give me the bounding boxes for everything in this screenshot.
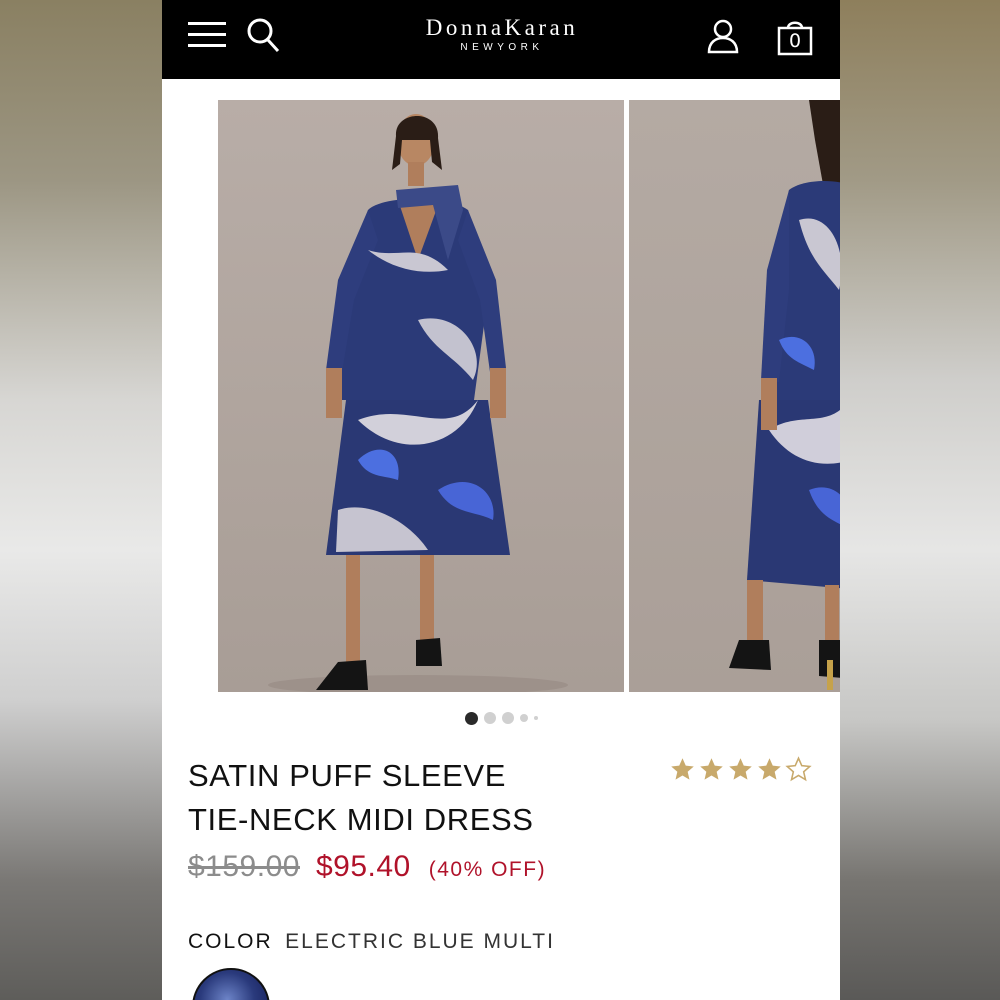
top-navigation-bar: DonnaKaran NEWYORK 0 (162, 0, 840, 79)
shopping-bag-icon[interactable]: 0 (777, 18, 813, 56)
product-image-gallery[interactable] (162, 100, 840, 692)
color-row: COLOR ELECTRIC BLUE MULTI (188, 930, 808, 958)
color-label: COLOR (188, 930, 273, 953)
gallery-pagination (162, 710, 840, 726)
product-title-line-2: TIE-NECK MIDI DRESS (188, 802, 534, 837)
backdrop-left (0, 0, 162, 1000)
pagination-dot-2[interactable] (483, 712, 496, 724)
pagination-dot-4[interactable] (519, 714, 528, 722)
color-swatch-electric-blue[interactable] (192, 968, 270, 1000)
backdrop-right (840, 0, 1000, 1000)
discount-label: (40% OFF) (428, 858, 547, 881)
pagination-dot-3[interactable] (501, 712, 514, 724)
search-icon[interactable] (246, 17, 280, 53)
star-filled-icon (671, 758, 694, 780)
price-row: $159.00 $95.40 (40% OFF) (188, 850, 808, 890)
product-image-back[interactable] (629, 100, 840, 692)
pagination-dot-5[interactable] (533, 716, 538, 720)
brand-logo[interactable]: DonnaKaran NEWYORK (352, 14, 652, 54)
menu-icon[interactable] (188, 20, 226, 50)
product-page: DonnaKaran NEWYORK 0 SATIN PUFF SLEEVE T… (162, 0, 840, 1000)
sale-price: $95.40 (315, 850, 411, 883)
brand-subtitle: NEWYORK (460, 42, 544, 53)
color-value: ELECTRIC BLUE MULTI (285, 930, 555, 953)
star-filled-icon (729, 758, 752, 780)
product-title: SATIN PUFF SLEEVE TIE-NECK MIDI DRESS (188, 754, 648, 842)
product-title-line-1: SATIN PUFF SLEEVE (188, 758, 506, 793)
bag-count: 0 (788, 30, 802, 52)
rating-stars[interactable] (669, 756, 819, 788)
original-price: $159.00 (188, 850, 300, 883)
star-empty-icon (785, 756, 812, 782)
brand-name: DonnaKaran (425, 15, 579, 40)
product-image-front[interactable] (218, 100, 624, 692)
star-filled-icon (700, 758, 723, 780)
account-icon[interactable] (706, 18, 740, 54)
star-filled-icon (758, 758, 781, 780)
pagination-dot-1[interactable] (464, 711, 478, 725)
